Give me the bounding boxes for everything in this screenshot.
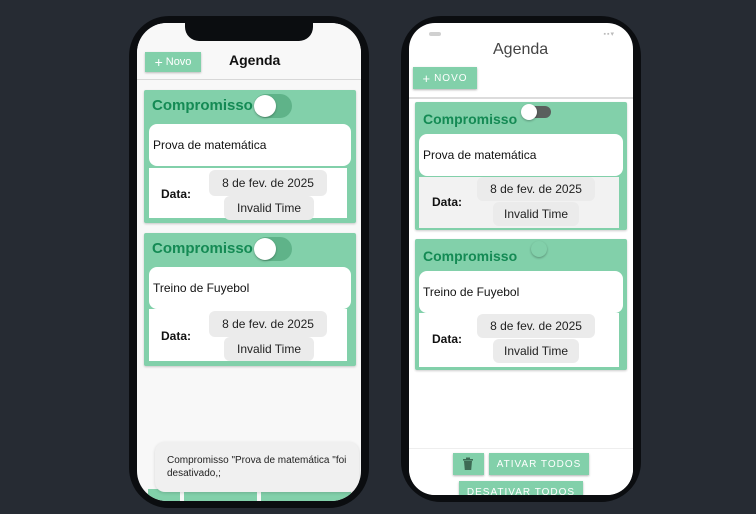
card-description: Prova de matemática: [419, 134, 623, 176]
date-label: Data:: [161, 187, 192, 201]
card-title: Compromisso: [423, 111, 518, 127]
left-new-button[interactable]: + Novo: [145, 52, 201, 72]
card-description-text: Prova de matemática: [153, 138, 267, 152]
plus-icon: +: [154, 54, 163, 70]
card-description: Prova de matemática: [149, 124, 351, 166]
toggle-knob: [254, 238, 276, 260]
right-page-title: Agenda: [493, 41, 549, 58]
left-page-title: Agenda: [229, 52, 281, 68]
right-footer-actions: ATIVAR TODOS DESATIVAR TODOS: [409, 448, 633, 495]
card-description: Treino de Fuyebol: [149, 267, 351, 309]
card-title: Compromisso: [152, 97, 253, 114]
right-new-button-label: NOVO: [434, 72, 468, 84]
date-chip[interactable]: 8 de fev. de 2025: [209, 311, 327, 337]
time-chip[interactable]: Invalid Time: [224, 337, 314, 361]
toast-message: Compromisso "Prova de matemática "foi de…: [167, 455, 347, 479]
status-bar-icons: ▪▪▾: [603, 31, 615, 38]
toggle-knob: [254, 95, 276, 117]
phone-notch: [185, 23, 313, 41]
date-chip[interactable]: 8 de fev. de 2025: [477, 177, 595, 201]
toggle-knob: [531, 241, 547, 257]
right-appointment-card-2: Compromisso Treino de Fuyebol Data: 8 de…: [415, 239, 627, 370]
activate-all-button[interactable]: ATIVAR TODOS: [489, 453, 589, 475]
right-appointment-card-1: Compromisso Prova de matemática Data: 8 …: [415, 102, 627, 230]
active-toggle[interactable]: [254, 94, 292, 118]
header-divider: [409, 97, 633, 99]
date-chip[interactable]: 8 de fev. de 2025: [209, 170, 327, 196]
card-title: Compromisso: [152, 240, 253, 257]
card-date-area: Data: 8 de fev. de 2025 Invalid Time: [149, 309, 347, 361]
active-toggle[interactable]: [531, 241, 551, 257]
left-app-screen: + Novo Agenda Compromisso Prova de matem…: [137, 23, 361, 501]
left-new-button-label: Novo: [165, 56, 192, 68]
time-chip[interactable]: Invalid Time: [493, 202, 579, 226]
time-chip[interactable]: Invalid Time: [224, 196, 314, 220]
right-new-button[interactable]: + NOVO: [413, 67, 477, 89]
card-date-area: Data: 8 de fev. de 2025 Invalid Time: [419, 313, 619, 367]
time-chip[interactable]: Invalid Time: [493, 339, 579, 363]
toggle-knob: [521, 104, 537, 120]
trash-icon: [463, 457, 473, 470]
card-description: Treino de Fuyebol: [419, 271, 623, 313]
active-toggle[interactable]: [254, 237, 292, 261]
date-label: Data:: [161, 329, 192, 343]
deactivate-all-button[interactable]: DESATIVAR TODOS: [459, 481, 583, 495]
plus-icon: +: [422, 70, 432, 86]
left-appointment-card-1: Compromisso Prova de matemática Data: 8 …: [144, 90, 356, 223]
card-description-text: Treino de Fuyebol: [423, 285, 520, 299]
card-description-text: Prova de matemática: [423, 148, 537, 162]
date-chip[interactable]: 8 de fev. de 2025: [477, 314, 595, 338]
date-label: Data:: [432, 332, 463, 346]
delete-button[interactable]: [453, 453, 484, 475]
card-description-text: Treino de Fuyebol: [153, 281, 250, 295]
card-title: Compromisso: [423, 248, 518, 264]
right-phone-frame: ▪▪▾ Agenda + NOVO Compromisso Prova de m…: [401, 16, 641, 502]
toast-notification: Compromisso "Prova de matemática "foi de…: [155, 442, 359, 492]
active-toggle[interactable]: [521, 104, 551, 120]
card-date-area: Data: 8 de fev. de 2025 Invalid Time: [149, 168, 347, 220]
right-app-screen: ▪▪▾ Agenda + NOVO Compromisso Prova de m…: [409, 23, 633, 495]
date-label: Data:: [432, 195, 463, 209]
status-bar-indicator: [429, 32, 441, 36]
left-phone-frame: + Novo Agenda Compromisso Prova de matem…: [129, 16, 369, 508]
card-date-area: Data: 8 de fev. de 2025 Invalid Time: [419, 177, 619, 228]
left-appointment-card-2: Compromisso Treino de Fuyebol Data: 8 de…: [144, 233, 356, 366]
